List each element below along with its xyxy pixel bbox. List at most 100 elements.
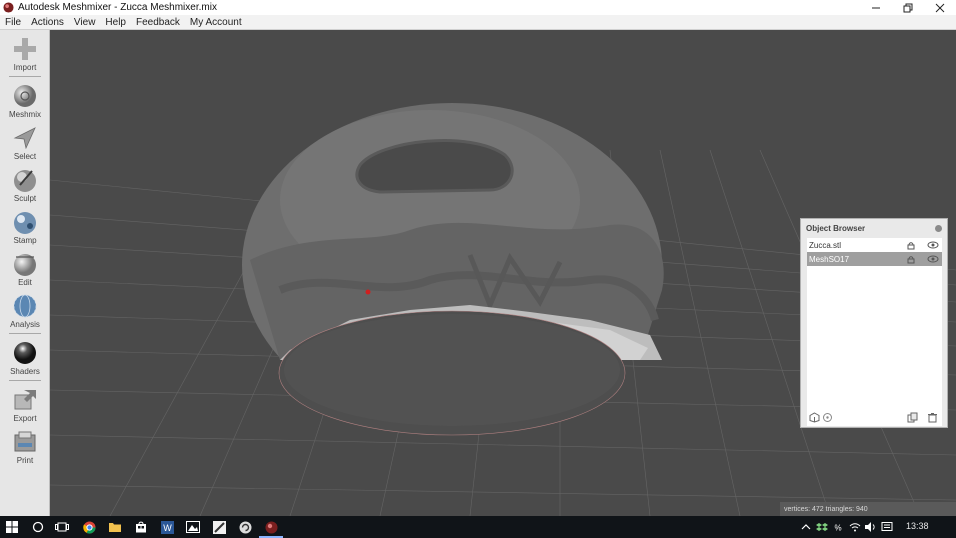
object-browser-header[interactable]: Object Browser (801, 219, 947, 237)
tool-import[interactable]: Import (0, 36, 50, 72)
taskbar-file-explorer[interactable] (107, 519, 123, 535)
object-name: MeshSO17 (809, 254, 850, 264)
meshmixer-app-icon (3, 2, 14, 13)
meshmixer-app-icon (265, 521, 277, 533)
close-icon (935, 3, 945, 12)
tool-sculpt[interactable]: Sculpt (0, 167, 50, 203)
pen-app-icon (212, 520, 226, 534)
tool-export[interactable]: Export (0, 387, 50, 423)
tool-import-label: Import (13, 63, 37, 72)
word-icon: W (160, 520, 174, 534)
tray-notifications-icon[interactable] (881, 521, 893, 533)
eye-visibility-icon[interactable] (927, 254, 939, 264)
edit-sphere-icon (12, 251, 38, 277)
cortana-circle-icon (32, 521, 44, 533)
cortana-search-button[interactable] (30, 519, 46, 535)
meshmix-sphere-icon (12, 83, 38, 109)
tool-print[interactable]: Print (0, 429, 50, 465)
plus-icon (12, 36, 38, 62)
object-browser-close-button[interactable] (935, 224, 942, 232)
start-button[interactable] (4, 519, 20, 535)
chrome-icon (82, 521, 95, 534)
menu-my-account[interactable]: My Account (185, 17, 247, 28)
sculpt-brush-icon (12, 167, 38, 193)
taskbar-store[interactable] (133, 519, 149, 535)
taskbar-photos[interactable] (185, 519, 201, 535)
pivot-icon[interactable] (822, 412, 833, 423)
taskbar-word[interactable]: W (159, 519, 175, 535)
menu-file[interactable]: File (0, 17, 26, 28)
close-button[interactable] (924, 0, 956, 15)
tool-edit[interactable]: Edit (0, 251, 50, 287)
menu-feedback[interactable]: Feedback (131, 17, 185, 28)
toolbar-divider (9, 76, 41, 77)
taskbar-chrome[interactable] (81, 519, 97, 535)
folder-icon (109, 523, 121, 532)
window-title: Autodesk Meshmixer - Zucca Meshmixer.mix (18, 2, 217, 13)
taskbar-app-refresh[interactable] (237, 519, 253, 535)
tray-dropbox-icon[interactable] (816, 521, 828, 533)
tool-stamp[interactable]: Stamp (0, 209, 50, 245)
analysis-sphere-icon (12, 293, 38, 319)
tray-chevron-up-icon[interactable] (800, 521, 812, 533)
tool-shaders-label: Shaders (10, 367, 40, 376)
lock-toggle-icon[interactable] (906, 240, 916, 250)
object-browser-title: Object Browser (806, 223, 866, 233)
menu-actions[interactable]: Actions (26, 17, 69, 28)
minimize-icon (872, 7, 880, 8)
svg-text:W: W (163, 523, 172, 533)
tool-sidebar: Import Meshmix Select Sculpt Stamp Edit (0, 30, 50, 516)
tool-edit-label: Edit (18, 278, 32, 287)
taskbar-clock[interactable]: 13:38 (906, 521, 929, 531)
object-browser-footer (807, 411, 942, 425)
toolbar-divider (9, 333, 41, 334)
restore-button[interactable] (892, 0, 924, 15)
tool-meshmix[interactable]: Meshmix (0, 83, 50, 119)
lock-toggle-icon[interactable] (906, 254, 916, 264)
taskbar-app-pen[interactable] (211, 519, 227, 535)
tool-select-label: Select (13, 152, 37, 161)
store-bag-icon (136, 521, 146, 533)
trash-icon[interactable] (927, 412, 938, 423)
tool-stamp-label: Stamp (13, 236, 37, 245)
export-icon (12, 387, 38, 413)
task-view-button[interactable] (54, 519, 70, 535)
tool-meshmix-label: Meshmix (8, 110, 41, 119)
object-name: Zucca.stl (809, 240, 842, 250)
windows-taskbar: W % 13:38 (0, 516, 956, 538)
tool-export-label: Export (13, 414, 37, 423)
tool-analysis-label: Analysis (10, 320, 40, 329)
taskbar-meshmixer[interactable] (263, 519, 279, 535)
menu-help[interactable]: Help (100, 17, 131, 28)
tray-input-method-icon[interactable]: % (832, 521, 844, 533)
duplicate-icon[interactable] (907, 412, 918, 423)
object-row-meshso17[interactable]: MeshSO17 (807, 252, 942, 266)
object-browser-panel: Object Browser Zucca.stl MeshSO17 (800, 218, 948, 428)
tool-select[interactable]: Select (0, 125, 50, 161)
object-row-zucca[interactable]: Zucca.stl (807, 238, 942, 252)
tray-volume-icon[interactable] (864, 521, 876, 533)
restore-icon (903, 3, 913, 12)
title-bar: Autodesk Meshmixer - Zucca Meshmixer.mix (0, 0, 956, 15)
shaders-sphere-icon (12, 340, 38, 366)
select-arrow-icon (12, 125, 38, 151)
mesh-stats-status: vertices: 472 triangles: 940 (780, 502, 956, 516)
tray-wifi-icon[interactable] (849, 521, 861, 533)
tool-print-label: Print (16, 456, 34, 465)
pumpkin-mesh (242, 103, 664, 436)
menu-bar: File Actions View Help Feedback My Accou… (0, 15, 956, 30)
refresh-app-icon (239, 521, 251, 533)
tool-shaders[interactable]: Shaders (0, 340, 50, 376)
minimize-button[interactable] (860, 0, 892, 15)
cube-object-icon[interactable] (809, 412, 820, 423)
print-icon (12, 429, 38, 455)
toolbar-divider (9, 380, 41, 381)
menu-view[interactable]: View (69, 17, 101, 28)
object-list: Zucca.stl MeshSO17 (807, 238, 942, 426)
mesh-stats-text: vertices: 472 triangles: 940 (784, 505, 868, 513)
windows-logo-icon (6, 521, 18, 533)
eye-visibility-icon[interactable] (927, 240, 939, 250)
svg-text:%: % (834, 524, 841, 533)
tool-analysis[interactable]: Analysis (0, 293, 50, 329)
stamp-icon (12, 209, 38, 235)
